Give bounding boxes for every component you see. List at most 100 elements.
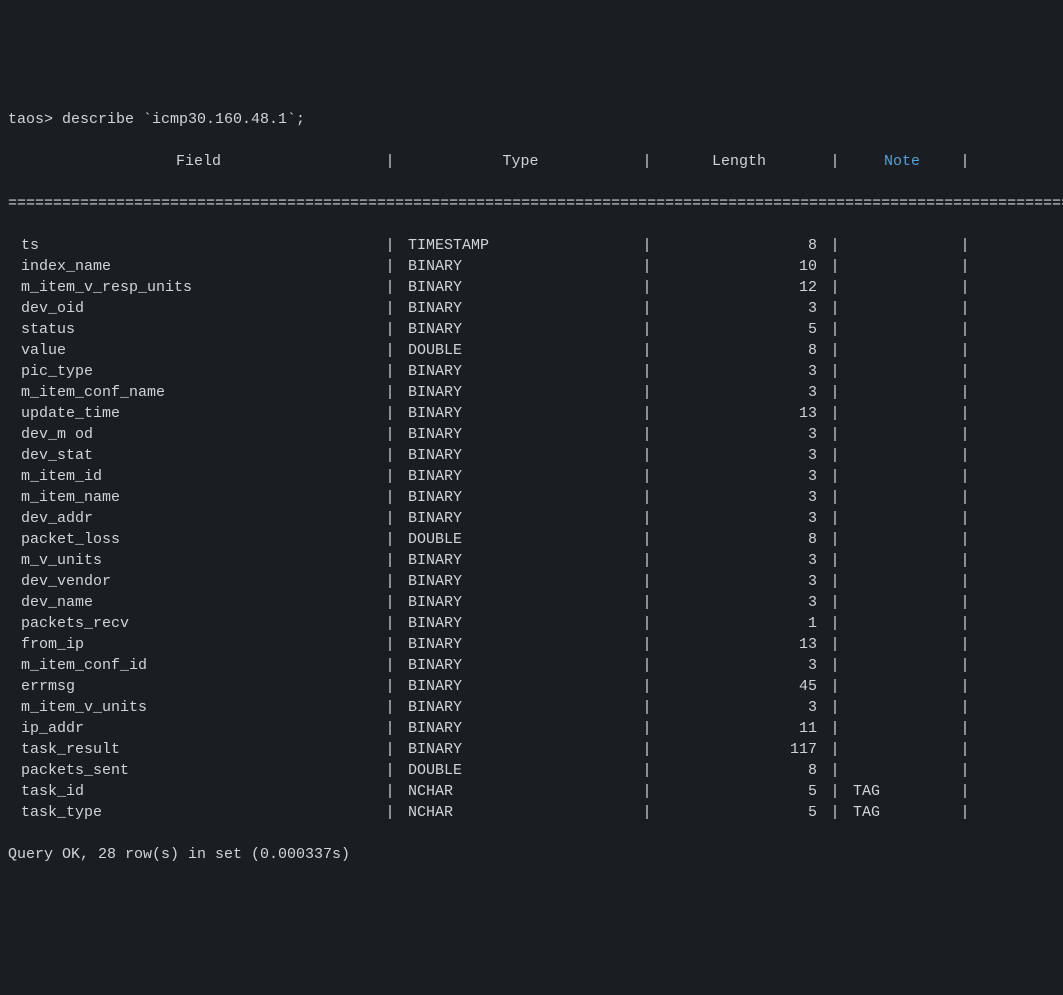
separator: | xyxy=(830,781,840,802)
table-row: ts| TIMESTAMP|8 || xyxy=(8,235,1055,256)
separator: | xyxy=(830,382,840,403)
separator: | xyxy=(385,718,395,739)
cell-length: 117 xyxy=(652,739,830,760)
separator: | xyxy=(960,592,970,613)
cell-length: 12 xyxy=(652,277,830,298)
separator: | xyxy=(642,235,652,256)
separator: | xyxy=(960,529,970,550)
cell-note xyxy=(840,298,960,319)
separator: | xyxy=(960,634,970,655)
cell-note: TAG xyxy=(840,802,960,823)
table-row: packets_recv| BINARY|1 || xyxy=(8,613,1055,634)
table-row: task_id| NCHAR|5 | TAG| xyxy=(8,781,1055,802)
cell-type: BINARY xyxy=(395,718,642,739)
cell-type: BINARY xyxy=(395,634,642,655)
separator: | xyxy=(642,340,652,361)
separator: | xyxy=(830,151,840,172)
separator: | xyxy=(385,445,395,466)
cell-note xyxy=(840,676,960,697)
cell-note xyxy=(840,466,960,487)
table-row: m_item_v_units| BINARY|3 || xyxy=(8,697,1055,718)
cell-note xyxy=(840,256,960,277)
header-field: Field xyxy=(8,151,385,172)
header-length: Length xyxy=(652,151,830,172)
separator: | xyxy=(385,361,395,382)
separator: | xyxy=(960,424,970,445)
separator: | xyxy=(960,319,970,340)
cell-field: m_item_v_units xyxy=(8,697,385,718)
table-row: dev_vendor| BINARY|3 || xyxy=(8,571,1055,592)
separator: | xyxy=(960,697,970,718)
cell-type: BINARY xyxy=(395,613,642,634)
cell-type: BINARY xyxy=(395,466,642,487)
cell-type: BINARY xyxy=(395,361,642,382)
separator: | xyxy=(960,298,970,319)
separator: | xyxy=(385,340,395,361)
header-note: Note xyxy=(840,151,960,172)
separator: | xyxy=(642,424,652,445)
cell-length: 3 xyxy=(652,466,830,487)
cell-field: dev_vendor xyxy=(8,571,385,592)
cell-length: 3 xyxy=(652,382,830,403)
separator: | xyxy=(385,235,395,256)
separator: | xyxy=(385,634,395,655)
cell-type: BINARY xyxy=(395,697,642,718)
separator: | xyxy=(385,655,395,676)
separator: | xyxy=(642,361,652,382)
table-row: from_ip| BINARY|13 || xyxy=(8,634,1055,655)
separator: | xyxy=(960,277,970,298)
cell-field: m_v_units xyxy=(8,550,385,571)
table-row: errmsg| BINARY|45 || xyxy=(8,676,1055,697)
separator: | xyxy=(385,529,395,550)
cell-length: 3 xyxy=(652,508,830,529)
cell-note xyxy=(840,571,960,592)
separator: | xyxy=(830,718,840,739)
separator: | xyxy=(642,760,652,781)
separator: | xyxy=(960,466,970,487)
separator: | xyxy=(385,739,395,760)
separator: | xyxy=(830,508,840,529)
cell-field: dev_stat xyxy=(8,445,385,466)
cell-note xyxy=(840,445,960,466)
terminal-output: taos> describe `icmp30.160.48.1`; Field |… xyxy=(8,88,1055,886)
cell-note xyxy=(840,529,960,550)
separator: | xyxy=(960,361,970,382)
cell-note xyxy=(840,760,960,781)
cell-type: BINARY xyxy=(395,298,642,319)
separator: | xyxy=(960,235,970,256)
separator: | xyxy=(830,529,840,550)
cell-type: BINARY xyxy=(395,655,642,676)
cell-length: 3 xyxy=(652,571,830,592)
cell-field: task_id xyxy=(8,781,385,802)
cell-note xyxy=(840,340,960,361)
cell-length: 3 xyxy=(652,550,830,571)
cell-field: value xyxy=(8,340,385,361)
separator: | xyxy=(642,403,652,424)
cell-note xyxy=(840,235,960,256)
separator: | xyxy=(960,760,970,781)
separator: | xyxy=(830,466,840,487)
command-prompt: taos> describe `icmp30.160.48.1`; xyxy=(8,109,1055,130)
cell-note xyxy=(840,403,960,424)
cell-length: 5 xyxy=(652,319,830,340)
separator: | xyxy=(642,277,652,298)
separator: | xyxy=(830,634,840,655)
cell-type: DOUBLE xyxy=(395,529,642,550)
table-row: pic_type| BINARY|3 || xyxy=(8,361,1055,382)
separator: | xyxy=(385,319,395,340)
cell-type: BINARY xyxy=(395,445,642,466)
separator: | xyxy=(385,403,395,424)
separator: | xyxy=(960,571,970,592)
cell-field: dev_name xyxy=(8,592,385,613)
cell-field: m_item_conf_id xyxy=(8,655,385,676)
separator: | xyxy=(642,529,652,550)
table-row: task_type| NCHAR|5 | TAG| xyxy=(8,802,1055,823)
separator: | xyxy=(830,613,840,634)
cell-length: 3 xyxy=(652,655,830,676)
table-row: dev_name| BINARY|3 || xyxy=(8,592,1055,613)
separator: | xyxy=(830,487,840,508)
cell-length: 8 xyxy=(652,529,830,550)
table-row: ip_addr| BINARY|11 || xyxy=(8,718,1055,739)
cell-field: m_item_id xyxy=(8,466,385,487)
separator: | xyxy=(642,676,652,697)
